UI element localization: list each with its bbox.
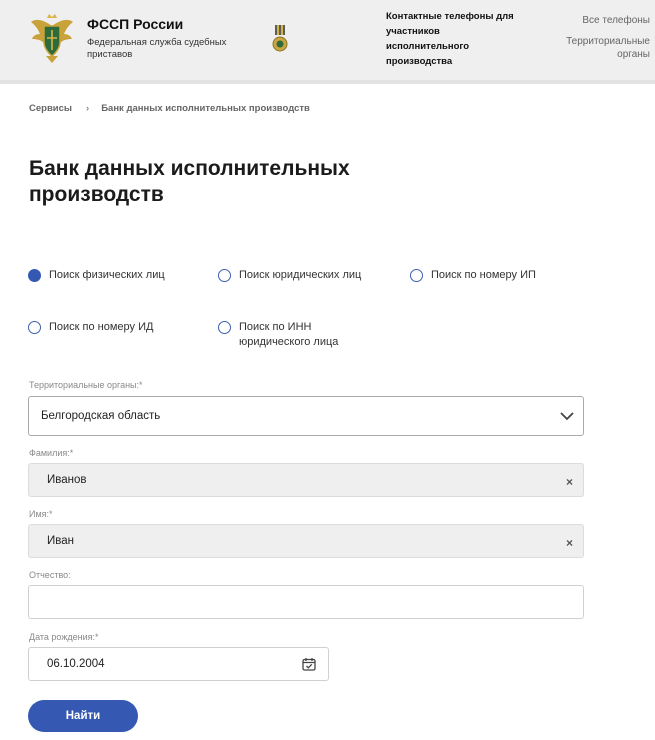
patronymic-input[interactable] bbox=[28, 585, 584, 619]
territorial-bodies-link[interactable]: Территориальные органы bbox=[550, 35, 650, 61]
clear-last-name-icon[interactable]: × bbox=[566, 476, 573, 488]
breadcrumb-services[interactable]: Сервисы bbox=[29, 103, 72, 114]
header-links: Все телефоны Территориальные органы bbox=[550, 14, 650, 61]
radio-indicator-checked[interactable] bbox=[28, 269, 41, 282]
first-name-label: Имя:* bbox=[29, 509, 53, 519]
org-title[interactable]: ФССП России bbox=[87, 16, 183, 32]
clear-first-name-icon[interactable]: × bbox=[566, 537, 573, 549]
region-selected-value: Белгородская область bbox=[41, 410, 161, 422]
radio-search-by-inn[interactable]: Поиск по ИНН юридического лица bbox=[218, 320, 378, 350]
radio-indicator[interactable] bbox=[218, 321, 231, 334]
radio-label: Поиск физических лиц bbox=[49, 269, 165, 281]
patronymic-label: Отчество: bbox=[29, 570, 71, 580]
radio-search-individuals[interactable]: Поиск физических лиц bbox=[28, 268, 165, 283]
first-name-value: Иван bbox=[47, 535, 74, 547]
birth-date-label: Дата рождения:* bbox=[29, 632, 99, 642]
chevron-down-icon[interactable] bbox=[559, 409, 575, 423]
birth-date-input[interactable]: 06.10.2004 bbox=[28, 647, 329, 681]
radio-label: Поиск по номеру ИП bbox=[431, 269, 536, 281]
contacts-link[interactable]: Контактные телефоны для участников испол… bbox=[386, 9, 516, 69]
radio-indicator[interactable] bbox=[410, 269, 423, 282]
birth-date-value: 06.10.2004 bbox=[47, 658, 105, 670]
calendar-icon[interactable] bbox=[302, 657, 316, 671]
page-title: Банк данных исполнительных производств bbox=[29, 157, 350, 206]
radio-label: Поиск по номеру ИД bbox=[49, 321, 154, 333]
fssp-emblem-icon[interactable] bbox=[30, 12, 74, 64]
last-name-value: Иванов bbox=[47, 474, 87, 486]
breadcrumb-current: Банк данных исполнительных производств bbox=[101, 103, 310, 114]
radio-indicator[interactable] bbox=[218, 269, 231, 282]
region-select[interactable]: Белгородская область bbox=[28, 396, 584, 436]
region-label: Территориальные органы:* bbox=[29, 380, 143, 390]
search-button[interactable]: Найти bbox=[28, 700, 138, 732]
radio-search-by-ip-number[interactable]: Поиск по номеру ИП bbox=[410, 268, 536, 283]
radio-search-legal-entities[interactable]: Поиск юридических лиц bbox=[218, 268, 361, 283]
radio-label: Поиск юридических лиц bbox=[239, 269, 362, 281]
last-name-input[interactable]: Иванов × bbox=[28, 463, 584, 497]
site-header: ФССП России Федеральная служба судебных … bbox=[0, 0, 655, 84]
first-name-input[interactable]: Иван × bbox=[28, 524, 584, 558]
breadcrumb-separator: › bbox=[86, 103, 90, 114]
radio-label: Поиск по ИНН юридического лица bbox=[239, 321, 339, 348]
medal-icon bbox=[272, 25, 288, 52]
all-phones-link[interactable]: Все телефоны bbox=[550, 14, 650, 27]
radio-search-by-id-number[interactable]: Поиск по номеру ИД bbox=[28, 320, 153, 335]
breadcrumb: Сервисы › Банк данных исполнительных произ… bbox=[29, 103, 310, 114]
org-subtitle: Федеральная служба судебных приставов bbox=[87, 37, 227, 60]
last-name-label: Фамилия:* bbox=[29, 448, 74, 458]
radio-indicator[interactable] bbox=[28, 321, 41, 334]
